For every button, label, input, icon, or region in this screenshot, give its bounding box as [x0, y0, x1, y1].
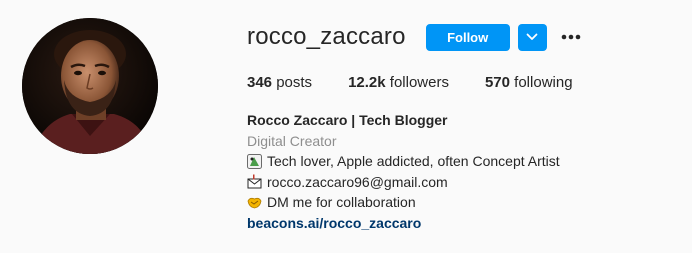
avatar[interactable]	[22, 18, 158, 154]
posts-count: 346	[247, 74, 273, 91]
handshake-icon	[247, 197, 262, 209]
artist-palette-icon	[247, 153, 262, 169]
more-options-icon	[561, 34, 580, 40]
avatar-photo	[22, 18, 158, 154]
followers-stat[interactable]: 12.2k followers	[348, 74, 449, 91]
posts-stat: 346 posts	[247, 74, 312, 91]
bio-email: rocco.zaccaro96@gmail.com	[267, 173, 448, 190]
follow-button[interactable]: Follow	[425, 23, 510, 51]
profile-link[interactable]: beacons.ai/rocco_zaccaro	[247, 215, 421, 231]
category-label: Digital Creator	[247, 132, 337, 149]
more-options-button[interactable]	[559, 25, 583, 49]
followers-count: 12.2k	[348, 74, 386, 91]
following-label: following	[514, 74, 573, 91]
bio-line-text: Tech lover, Apple addicted, often Concep…	[267, 153, 560, 169]
followers-label: followers	[389, 74, 449, 91]
bio-line-text: DM me for collaboration	[267, 194, 416, 210]
following-stat[interactable]: 570 following	[485, 74, 573, 91]
mailbox-icon	[247, 174, 262, 189]
bio-line: DM me for collaboration	[247, 192, 560, 213]
profile-header: rocco_zaccaro Follow 346 posts 12.2k fol…	[0, 0, 692, 253]
full-name: Rocco Zaccaro | Tech Blogger	[247, 112, 448, 128]
username: rocco_zaccaro	[247, 23, 406, 50]
suggestions-dropdown-button[interactable]	[517, 23, 547, 51]
bio-line: Tech lover, Apple addicted, often Concep…	[247, 151, 560, 172]
chevron-down-icon	[526, 33, 538, 40]
posts-label: posts	[276, 74, 313, 91]
profile-bio: Rocco Zaccaro | Tech Blogger Digital Cre…	[247, 110, 560, 233]
profile-stats: 346 posts 12.2k followers 570 following	[247, 74, 609, 91]
following-count: 570	[484, 74, 510, 91]
bio-line: rocco.zaccaro96@gmail.com	[247, 172, 560, 193]
